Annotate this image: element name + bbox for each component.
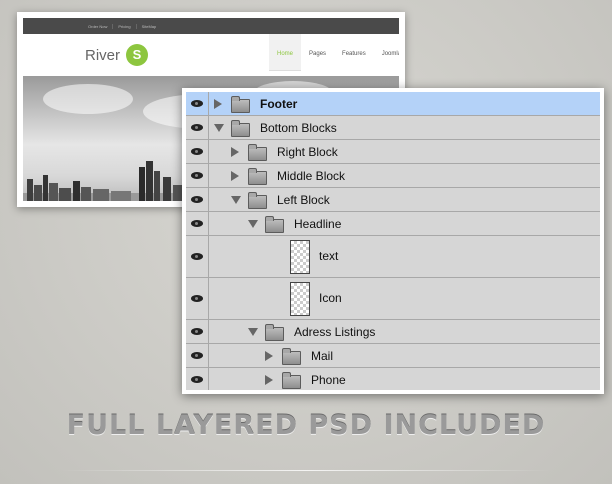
layer-name: Right Block [277, 145, 338, 159]
topbar-link[interactable]: Order Now [83, 23, 114, 29]
layer-name: text [319, 249, 339, 263]
expand-arrow-icon[interactable] [214, 99, 222, 109]
visibility-eye-icon[interactable] [186, 164, 209, 187]
layer-name: Headline [294, 217, 342, 231]
divider [60, 470, 552, 471]
visibility-eye-icon[interactable] [186, 116, 209, 139]
logo-text: River [85, 47, 121, 64]
preview-topbar: Order Now Pricing SiteMap [23, 18, 399, 34]
collapse-arrow-icon[interactable] [214, 124, 224, 132]
expand-arrow-icon[interactable] [231, 147, 239, 157]
folder-icon [248, 168, 267, 185]
layers-panel: Footer Bottom Blocks Right Block Middle Blo… [182, 88, 604, 394]
visibility-eye-icon[interactable] [186, 188, 209, 211]
visibility-eye-icon[interactable] [186, 278, 209, 319]
nav-item-home[interactable]: Home [269, 34, 302, 71]
layer-thumbnail [290, 240, 310, 274]
visibility-eye-icon[interactable] [186, 368, 209, 390]
layer-row[interactable]: Middle Block [186, 164, 600, 188]
visibility-eye-icon[interactable] [186, 212, 209, 235]
layer-name: Adress Listings [294, 325, 376, 339]
preview-header: River S Home Pages Features Joomla [23, 34, 399, 76]
layer-row[interactable]: Headline [186, 212, 600, 236]
folder-icon [265, 216, 284, 233]
headline: FULL LAYERED PSD INCLUDED [66, 410, 546, 441]
folder-icon [231, 96, 250, 113]
topbar-link[interactable]: Pricing [113, 23, 137, 29]
visibility-eye-icon[interactable] [186, 320, 209, 343]
layer-row[interactable]: Phone [186, 368, 600, 390]
topbar-link[interactable]: SiteMap [137, 24, 162, 29]
layer-name: Icon [319, 291, 342, 305]
preview-nav: Home Pages Features Joomla [269, 34, 399, 76]
layer-row[interactable]: text [186, 236, 600, 278]
folder-icon [248, 144, 267, 161]
layer-row[interactable]: Adress Listings [186, 320, 600, 344]
visibility-eye-icon[interactable] [186, 140, 209, 163]
layers-list: Footer Bottom Blocks Right Block Middle Blo… [186, 92, 600, 390]
collapse-arrow-icon[interactable] [248, 220, 258, 228]
logo-badge: S [126, 44, 148, 66]
layer-row[interactable]: Mail [186, 344, 600, 368]
folder-icon [282, 372, 301, 389]
layer-row[interactable]: Icon [186, 278, 600, 320]
layer-thumbnail [290, 282, 310, 316]
layer-name: Footer [260, 97, 298, 111]
collapse-arrow-icon[interactable] [248, 328, 258, 336]
layer-row[interactable]: Right Block [186, 140, 600, 164]
expand-arrow-icon[interactable] [231, 171, 239, 181]
layer-row[interactable]: Bottom Blocks [186, 116, 600, 140]
folder-icon [248, 192, 267, 209]
layer-row[interactable]: Footer [186, 92, 600, 116]
folder-icon [265, 324, 284, 341]
expand-arrow-icon[interactable] [265, 375, 273, 385]
layer-name: Mail [311, 349, 334, 363]
visibility-eye-icon[interactable] [186, 236, 209, 277]
visibility-eye-icon[interactable] [186, 344, 209, 367]
layer-row[interactable]: Left Block [186, 188, 600, 212]
expand-arrow-icon[interactable] [265, 351, 273, 361]
layer-name: Left Block [277, 193, 330, 207]
folder-icon [231, 120, 250, 137]
layer-name: Phone [311, 373, 346, 387]
layer-name: Middle Block [277, 169, 346, 183]
visibility-eye-icon[interactable] [186, 92, 209, 115]
collapse-arrow-icon[interactable] [231, 196, 241, 204]
folder-icon [282, 348, 301, 365]
layer-name: Bottom Blocks [260, 121, 337, 135]
